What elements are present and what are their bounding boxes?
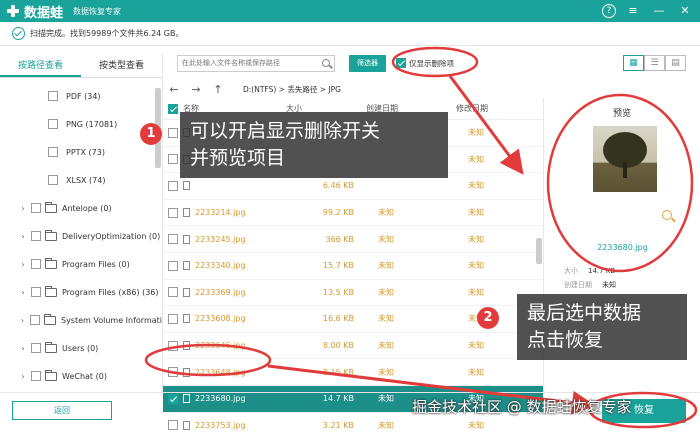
highlight-ellipse-preview bbox=[546, 93, 694, 273]
watermark: 掘金技术社区 @ 数据蛙恢复专家 bbox=[412, 398, 632, 416]
annotation-overlay bbox=[144, 46, 698, 429]
step-badge-2: 2 bbox=[477, 307, 499, 329]
callout-step-2: 最后选中数据 点击恢复 bbox=[517, 294, 687, 360]
callout-step-1: 可以开启显示删除开关 并预览项目 bbox=[180, 112, 448, 178]
callout-2-line-1: 最后选中数据 bbox=[527, 302, 642, 324]
callout-2-line-2: 点击恢复 bbox=[527, 329, 604, 351]
step-badge-1: 1 bbox=[140, 123, 162, 145]
callout-1-line-1: 可以开启显示删除开关 bbox=[190, 120, 381, 142]
arrow-to-preview bbox=[448, 75, 524, 175]
highlight-ellipse-show-deleted bbox=[391, 46, 479, 78]
callout-1-line-2: 并预览项目 bbox=[190, 147, 286, 169]
app-window: 数据蛙 数据恢复专家 ? ≡ — ✕ 扫描完成。找到59989个文件共6.24 … bbox=[0, 0, 700, 436]
highlight-ellipse-selected-file bbox=[144, 343, 272, 377]
